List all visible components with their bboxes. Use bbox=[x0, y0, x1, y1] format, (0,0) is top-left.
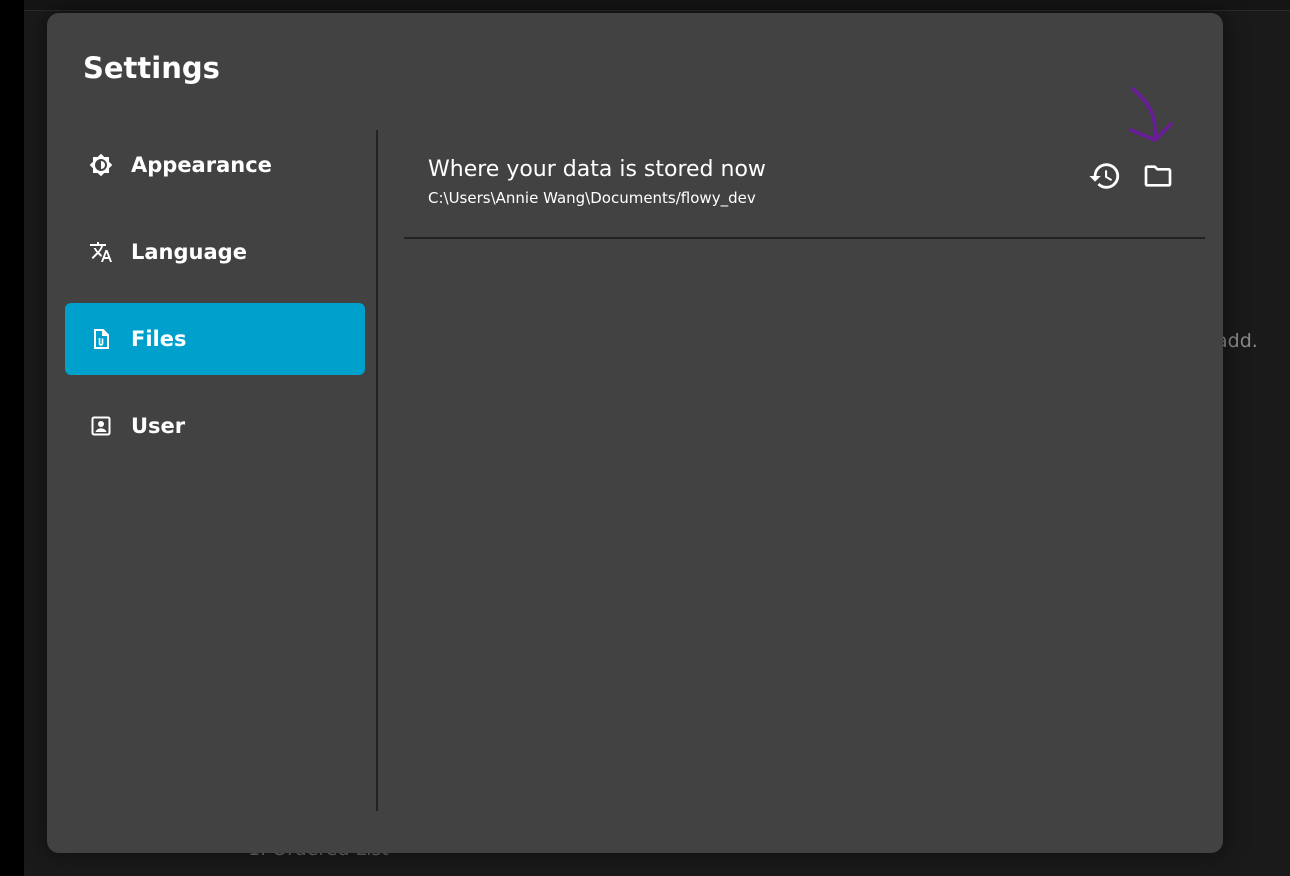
window-top-bar bbox=[24, 0, 1290, 11]
window-left-edge bbox=[0, 0, 24, 876]
nav-item-label: User bbox=[131, 414, 186, 438]
reset-location-button[interactable] bbox=[1085, 158, 1125, 198]
files-panel: Where your data is stored now C:\Users\A… bbox=[404, 130, 1205, 811]
brightness-icon bbox=[89, 153, 113, 177]
account-box-icon bbox=[89, 414, 113, 438]
nav-item-files[interactable]: Files bbox=[65, 303, 365, 375]
nav-item-label: Language bbox=[131, 240, 247, 264]
folder-icon bbox=[1142, 160, 1174, 196]
settings-dialog: Settings Appearance Language Files User … bbox=[47, 13, 1223, 853]
storage-location-row: Where your data is stored now C:\Users\A… bbox=[404, 130, 1205, 239]
translate-icon bbox=[89, 240, 113, 264]
history-icon bbox=[1088, 159, 1122, 197]
nav-item-user[interactable]: User bbox=[65, 390, 365, 462]
nav-item-language[interactable]: Language bbox=[65, 216, 365, 288]
storage-path: C:\Users\Annie Wang\Documents/flowy_dev bbox=[428, 189, 756, 207]
nav-item-appearance[interactable]: Appearance bbox=[65, 129, 365, 201]
storage-heading: Where your data is stored now bbox=[428, 157, 766, 182]
nav-item-label: Files bbox=[131, 327, 187, 351]
open-folder-button[interactable] bbox=[1138, 158, 1178, 198]
annotation-arrow-icon bbox=[1129, 87, 1173, 142]
nav-item-label: Appearance bbox=[131, 153, 272, 177]
file-icon bbox=[89, 327, 113, 351]
nav-divider bbox=[376, 130, 378, 811]
settings-nav: Appearance Language Files User bbox=[65, 129, 365, 477]
dialog-title: Settings bbox=[83, 51, 220, 85]
